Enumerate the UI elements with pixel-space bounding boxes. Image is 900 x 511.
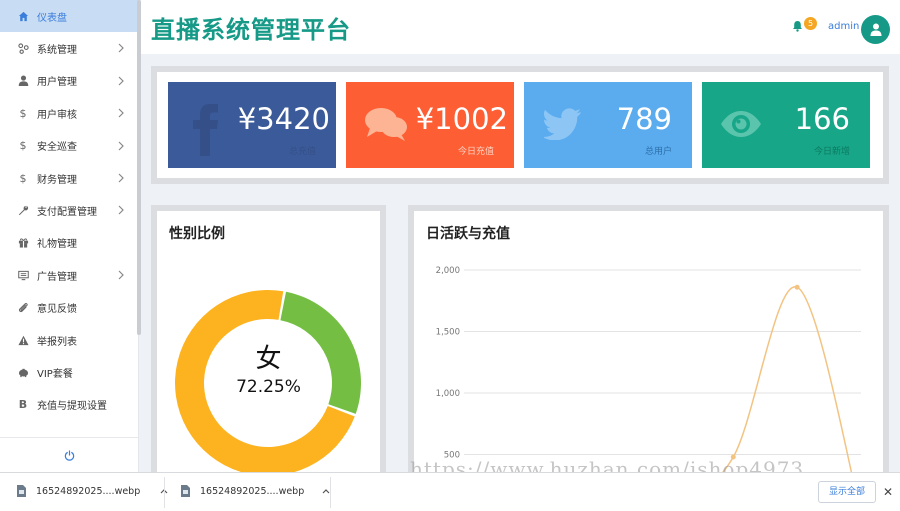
sidebar-item-label: 广告管理 [37, 271, 77, 283]
y-tick-label: 2,000 [436, 266, 460, 276]
settings-nodes-icon [16, 42, 30, 56]
activity-line-chart: 5001,0001,5002,000 [436, 266, 861, 486]
avatar[interactable] [861, 15, 890, 44]
wrench-icon [16, 204, 30, 218]
sidebar-item-label: 举报列表 [37, 336, 77, 348]
downloads-bar: 16524892025....webp 16524892025....webp … [0, 472, 900, 511]
stat-label: 今日充值 [457, 147, 494, 157]
stat-card-today-recharge[interactable]: ¥1002 今日充值 [346, 82, 514, 168]
chevron-right-icon [118, 205, 124, 215]
sidebar-item[interactable]: B 充值与提现设置 [0, 389, 138, 421]
comments-icon [365, 108, 407, 141]
dollar-icon: $ [19, 171, 27, 185]
file-icon [181, 485, 190, 497]
stat-value: ¥3420 [237, 102, 330, 136]
username[interactable]: admin [828, 21, 859, 32]
gender-ratio-panel: 性别比例 女 72.25% [151, 205, 386, 485]
home-icon [16, 9, 30, 23]
facebook-icon [193, 104, 218, 156]
download-filename: 16524892025....webp [200, 485, 305, 497]
monitor-icon [16, 268, 30, 282]
sidebar-item[interactable]: $ 财务管理 [0, 162, 138, 194]
donut-center-label: 女 [255, 344, 282, 374]
stat-card-total-recharge[interactable]: ¥3420 总充值 [168, 82, 336, 168]
chevron-right-icon [118, 108, 124, 118]
y-tick-label: 1,000 [436, 389, 460, 399]
stat-value: ¥1002 [415, 102, 508, 136]
sidebar-item[interactable]: 意见反馈 [0, 292, 138, 324]
sidebar-item[interactable]: 举报列表 [0, 324, 138, 356]
sidebar-item[interactable]: $ 安全巡查 [0, 130, 138, 162]
bell-icon[interactable] [792, 20, 803, 32]
sidebar: 仪表盘系统管理用户管理 $ 用户审核 $ 安全巡查 $ 财务管理支付配置管理 礼物管理广告管理… [0, 0, 139, 472]
sidebar-item-label: 安全巡查 [37, 142, 77, 154]
sidebar-item-label: VIP套餐 [37, 368, 73, 380]
chevron-right-icon [118, 270, 124, 280]
sidebar-item-label: 仪表盘 [37, 12, 67, 24]
sidebar-item-label: 用户管理 [37, 77, 77, 89]
sidebar-item[interactable]: $ 用户审核 [0, 97, 138, 129]
sidebar-item[interactable]: 用户管理 [0, 65, 138, 97]
stat-value: 166 [794, 102, 850, 136]
user-icon [16, 74, 30, 88]
donut-center-value: 72.25% [236, 377, 301, 397]
download-item[interactable]: 16524892025....webp [180, 485, 330, 497]
header: 直播系统管理平台 5 admin [141, 0, 900, 54]
stat-label: 总充值 [288, 147, 316, 157]
sidebar-item-label: 系统管理 [37, 45, 77, 57]
chevron-right-icon [118, 173, 124, 183]
chevron-right-icon [118, 43, 124, 53]
gift-icon [16, 236, 30, 250]
stat-card-total-users[interactable]: 789 总用户 [524, 82, 692, 168]
y-tick-label: 1,500 [436, 328, 460, 338]
stat-label: 总用户 [644, 147, 672, 157]
stat-label: 今日新增 [813, 147, 850, 157]
sidebar-item[interactable]: 系统管理 [0, 32, 138, 64]
bitcoin-icon: B [18, 398, 28, 412]
stat-value: 789 [616, 102, 672, 136]
warning-icon [16, 333, 30, 347]
sidebar-item[interactable]: 礼物管理 [0, 227, 138, 259]
data-point[interactable] [794, 284, 800, 290]
page-title: 直播系统管理平台 [151, 16, 351, 44]
stats-panel: ¥3420 总充值 ¥1002 今日充值 789 总用户 166 今日新增 [151, 66, 889, 184]
twitter-icon [544, 108, 581, 140]
sidebar-item[interactable]: 支付配置管理 [0, 194, 138, 226]
eye-icon [721, 111, 761, 137]
file-icon [17, 485, 26, 497]
download-filename: 16524892025....webp [36, 485, 141, 497]
stat-card-today-new[interactable]: 166 今日新增 [702, 82, 870, 168]
notification-badge: 5 [804, 17, 817, 30]
sidebar-item[interactable]: 广告管理 [0, 259, 138, 291]
sidebar-nav: 仪表盘系统管理用户管理 $ 用户审核 $ 安全巡查 $ 财务管理支付配置管理 礼物管理广告管理… [0, 0, 138, 421]
divider [330, 477, 331, 508]
activity-recharge-panel: 日活跃与充值 500 1,000 1,500 2,000 [408, 205, 889, 486]
dollar-icon: $ [19, 139, 27, 153]
sidebar-item[interactable]: 仪表盘 [0, 0, 138, 33]
paperclip-icon [16, 301, 30, 315]
power-icon [64, 449, 75, 461]
sidebar-item-label: 充值与提现设置 [37, 401, 107, 413]
dollar-icon: $ [19, 106, 27, 120]
chevron-right-icon [118, 141, 124, 150]
power-button[interactable] [0, 437, 139, 472]
show-all-button[interactable]: 显示全部 [818, 481, 876, 503]
sidebar-item-label: 意见反馈 [37, 304, 77, 316]
close-downloads-button[interactable]: ✕ [883, 485, 893, 499]
download-item[interactable]: 16524892025....webp [16, 485, 168, 497]
sidebar-item-label: 财务管理 [37, 174, 77, 186]
sidebar-item[interactable]: VIP套餐 [0, 356, 138, 388]
sidebar-item-label: 用户审核 [37, 109, 77, 121]
divider [164, 477, 165, 508]
sidebar-item-label: 支付配置管理 [37, 207, 97, 219]
piggy-bank-icon [16, 365, 30, 379]
chevron-right-icon [118, 76, 124, 86]
user-icon [870, 23, 881, 36]
sidebar-item-label: 礼物管理 [37, 239, 77, 251]
